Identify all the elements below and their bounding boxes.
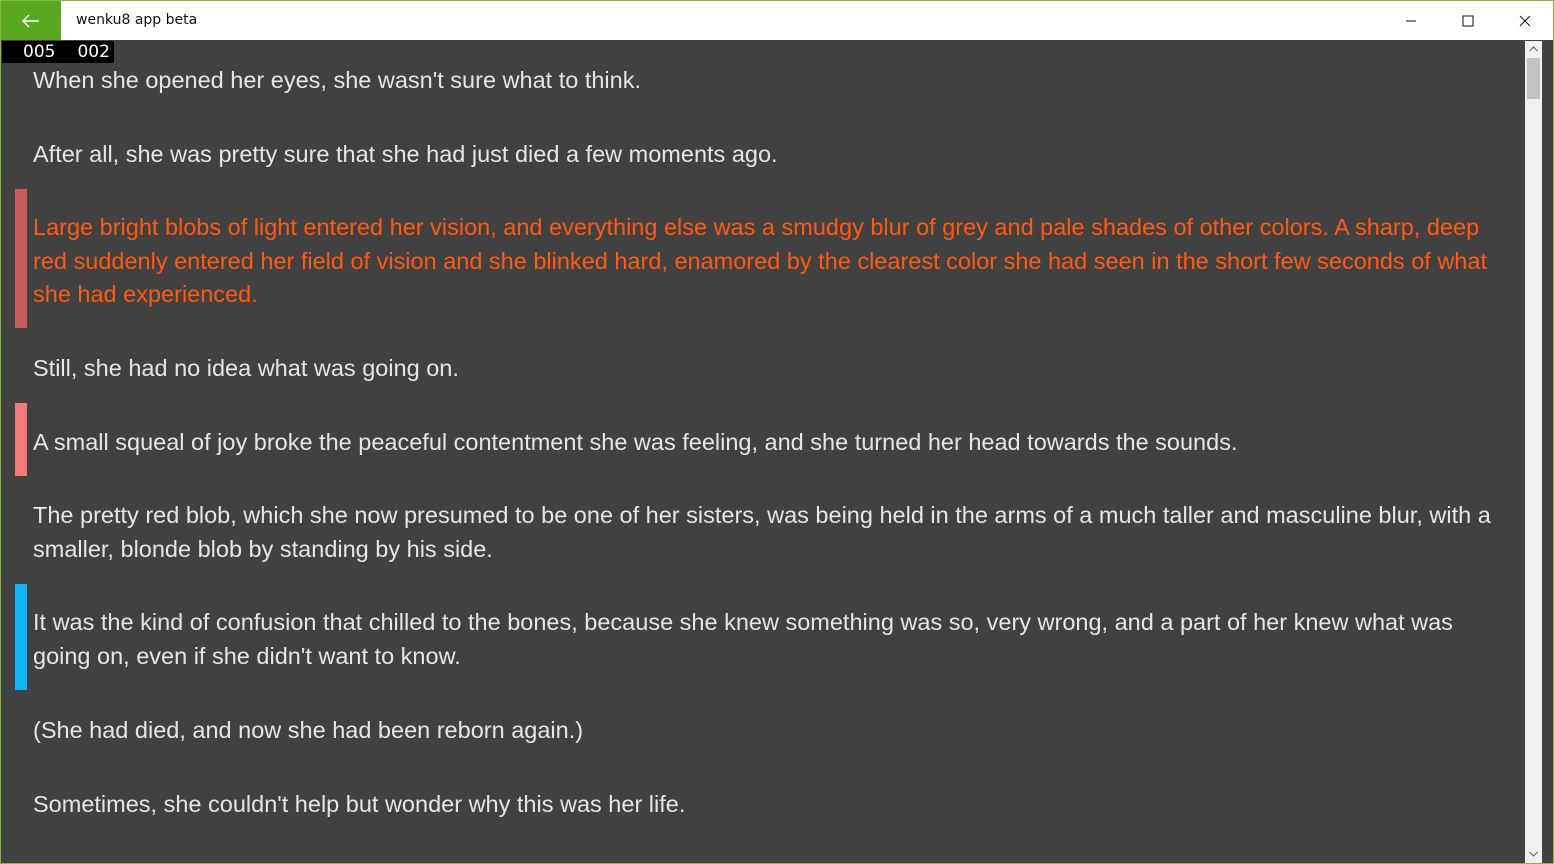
minimize-icon (1405, 15, 1417, 27)
paragraph[interactable]: A small squeal of joy broke the peaceful… (33, 426, 1513, 460)
maximize-button[interactable] (1439, 1, 1496, 40)
chapter-number: 005 (23, 42, 56, 62)
arrow-left-icon (22, 14, 40, 28)
page-counter: 005 002 (2, 41, 114, 63)
minimize-button[interactable] (1382, 1, 1439, 40)
close-icon (1519, 15, 1531, 27)
highlighted-paragraph[interactable]: Large bright blobs of light entered her … (33, 211, 1513, 312)
annotation-marker[interactable] (15, 584, 27, 690)
paragraph[interactable]: (She had died, and now she had been rebo… (33, 714, 1513, 748)
paragraph[interactable]: When she opened her eyes, she wasn't sur… (33, 64, 1513, 98)
annotation-marker[interactable] (15, 403, 27, 476)
window-edge (1542, 41, 1553, 863)
app-title: wenku8 app beta (76, 12, 198, 28)
close-button[interactable] (1496, 1, 1553, 40)
scroll-down-button[interactable] (1525, 846, 1542, 863)
scroll-down-arrow-icon (1529, 850, 1538, 860)
paragraph[interactable]: Still, she had no idea what was going on… (33, 352, 1513, 386)
scrollbar-thumb[interactable] (1527, 58, 1540, 99)
paragraph[interactable]: It was the kind of confusion that chille… (33, 606, 1513, 673)
app-window: wenku8 app beta 005 002 When she opened … (0, 0, 1554, 864)
paragraph[interactable]: The pretty red blob, which she now presu… (33, 499, 1513, 566)
scroll-up-arrow-icon (1529, 45, 1538, 55)
back-button[interactable] (1, 1, 61, 40)
reader-content[interactable]: When she opened her eyes, she wasn't sur… (1, 41, 1525, 863)
vertical-scrollbar[interactable] (1525, 41, 1542, 863)
scroll-up-button[interactable] (1525, 41, 1542, 58)
paragraph[interactable]: After all, she was pretty sure that she … (33, 138, 1513, 172)
title-bar: wenku8 app beta (1, 1, 1553, 40)
annotation-marker[interactable] (15, 189, 27, 328)
maximize-icon (1462, 15, 1474, 27)
paragraph[interactable]: Sometimes, she couldn't help but wonder … (33, 788, 1513, 822)
page-number: 002 (77, 42, 110, 62)
